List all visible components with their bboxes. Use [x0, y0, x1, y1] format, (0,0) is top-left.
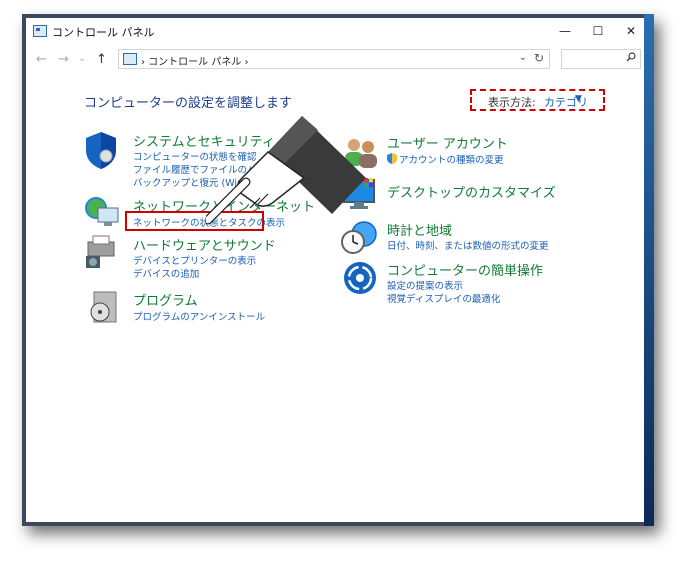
- link-add-device[interactable]: デバイスの追加: [133, 266, 199, 280]
- close-button[interactable]: ✕: [616, 21, 646, 41]
- up-button[interactable]: ↑: [96, 52, 107, 67]
- category-programs[interactable]: プログラム: [133, 290, 198, 309]
- view-by-highlight: 表示方法: カテゴリ ▼: [470, 89, 605, 111]
- shield-icon[interactable]: [84, 130, 118, 170]
- link-let-windows-suggest[interactable]: 設定の提案の表示: [387, 278, 463, 292]
- link-optimize-visual-display[interactable]: 視覚ディスプレイの最適化: [387, 291, 500, 305]
- control-panel-window: コントロール パネル — ☐ ✕ ← → ⌄ ↑ › コントロール パネル › …: [26, 18, 650, 522]
- control-panel-icon: [33, 25, 47, 37]
- uac-shield-icon: [387, 153, 397, 164]
- window-title: コントロール パネル: [52, 26, 155, 39]
- control-panel-icon: [123, 53, 137, 65]
- category-clock-region[interactable]: 時計と地域: [387, 220, 452, 239]
- page-title: コンピューターの設定を調整します: [84, 96, 293, 111]
- recent-locations-button[interactable]: ⌄: [78, 53, 86, 64]
- pointing-hand-icon: [206, 116, 366, 225]
- address-dropdown-button[interactable]: ⌄: [519, 52, 527, 63]
- maximize-button[interactable]: ☐: [583, 21, 613, 41]
- category-user-accounts[interactable]: ユーザー アカウント: [387, 133, 508, 152]
- view-by-label: 表示方法:: [488, 96, 536, 109]
- address-row: ← → ⌄ ↑ › コントロール パネル › ⌄ ↻: [26, 48, 650, 72]
- link-devices-printers[interactable]: デバイスとプリンターの表示: [133, 253, 256, 267]
- minimize-button[interactable]: —: [550, 21, 580, 41]
- printer-speaker-icon[interactable]: [84, 234, 122, 270]
- link-change-account-type[interactable]: アカウントの種類の変更: [399, 152, 504, 166]
- search-input[interactable]: [561, 49, 641, 69]
- title-bar: コントロール パネル — ☐ ✕: [26, 18, 650, 46]
- ease-of-access-icon[interactable]: [342, 260, 378, 296]
- back-button[interactable]: ←: [36, 52, 47, 67]
- window-frame: コントロール パネル — ☐ ✕ ← → ⌄ ↑ › コントロール パネル › …: [22, 14, 654, 526]
- link-uninstall-program[interactable]: プログラムのアンインストール: [133, 309, 265, 323]
- programs-disc-icon[interactable]: [88, 290, 120, 326]
- breadcrumb[interactable]: › コントロール パネル ›: [141, 53, 249, 68]
- link-change-date-time-format[interactable]: 日付、時刻、または数値の形式の変更: [387, 238, 549, 252]
- category-hardware-sound[interactable]: ハードウェアとサウンド: [133, 235, 276, 254]
- category-ease-of-access[interactable]: コンピューターの簡単操作: [387, 260, 543, 279]
- forward-button[interactable]: →: [58, 52, 69, 67]
- chevron-down-icon[interactable]: ▼: [575, 94, 582, 104]
- refresh-button[interactable]: ↻: [534, 51, 544, 65]
- search-icon[interactable]: [626, 52, 636, 65]
- category-appearance-personalization[interactable]: デスクトップのカスタマイズ: [387, 182, 556, 201]
- address-bar[interactable]: › コントロール パネル › ⌄ ↻: [118, 49, 550, 69]
- network-globe-icon[interactable]: [84, 196, 122, 230]
